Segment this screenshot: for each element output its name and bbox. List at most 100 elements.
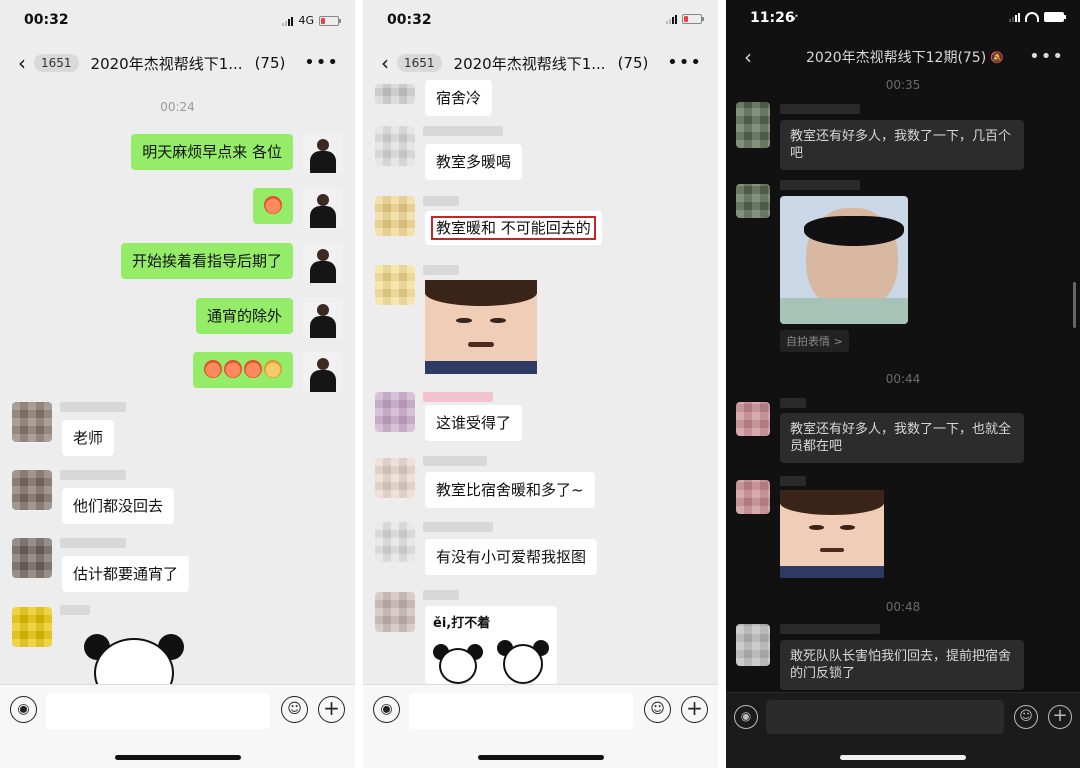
member-message-bubble[interactable]: 估计都要通宵了 — [62, 556, 190, 592]
member-name-blurred — [780, 398, 806, 408]
my-message-bubble[interactable]: 通宵的除外 — [195, 298, 293, 334]
member-message-bubble[interactable]: 宿舍冷 — [425, 80, 493, 116]
my-emoji-bubble[interactable] — [253, 188, 293, 224]
emoji-icon[interactable]: ☺ — [644, 696, 671, 723]
status-time: 00:32 — [24, 12, 69, 28]
nav-bar: ‹ 1651 2020年杰视帮线下1... (75) ••• — [0, 42, 355, 84]
back-icon[interactable]: ‹ — [12, 53, 32, 73]
member-message-bubble[interactable]: 教室多暖喝 — [425, 144, 523, 180]
my-message-bubble[interactable]: 开始挨着看指导后期了 — [120, 243, 293, 279]
cow-emoji-icon — [264, 360, 282, 378]
input-bar: ◉ ☺ + — [363, 684, 718, 768]
selfie-sticker-tag[interactable]: 自拍表情 > — [780, 330, 849, 352]
back-icon[interactable]: ‹ — [738, 47, 758, 67]
member-avatar[interactable] — [736, 624, 770, 666]
more-icon[interactable]: ••• — [1029, 46, 1064, 67]
signal-icon — [666, 14, 677, 24]
angry-emoji-icon — [204, 360, 222, 378]
member-name-blurred — [60, 402, 126, 412]
message-timestamp: 00:35 — [885, 78, 921, 92]
member-avatar[interactable] — [375, 522, 415, 562]
battery-icon — [682, 14, 704, 24]
member-count: (75) — [617, 54, 649, 72]
my-avatar[interactable] — [303, 133, 343, 173]
my-avatar[interactable] — [303, 188, 343, 228]
message-input[interactable] — [46, 693, 270, 729]
member-avatar[interactable] — [12, 538, 52, 578]
unread-count-badge[interactable]: 1651 — [34, 54, 79, 72]
member-avatar[interactable] — [375, 84, 415, 104]
angry-emoji-icon — [264, 196, 282, 214]
network-type: 4G — [298, 14, 314, 27]
voice-icon[interactable]: ◉ — [734, 705, 758, 729]
member-avatar[interactable] — [375, 265, 415, 305]
message-input[interactable] — [766, 700, 1004, 734]
member-avatar[interactable] — [12, 402, 52, 442]
member-avatar[interactable] — [375, 458, 415, 498]
chat-panel-1: 00:32 4G ‹ 1651 2020年杰视帮线下1... (75) ••• … — [0, 0, 355, 768]
baby-sunglasses-sticker[interactable] — [780, 196, 908, 324]
member-message-bubble[interactable]: 教室还有好多人，我数了一下，几百个吧 — [780, 120, 1024, 170]
signal-icon — [282, 16, 294, 26]
member-name-blurred — [423, 392, 493, 402]
input-bar: ◉ ☺ + — [726, 692, 1080, 768]
member-message-bubble[interactable]: 老师 — [62, 420, 115, 456]
member-message-bubble[interactable]: 教室暖和 不可能回去的 — [425, 211, 602, 245]
plus-icon[interactable]: + — [1048, 705, 1072, 729]
member-name-blurred — [780, 180, 860, 190]
member-avatar[interactable] — [736, 102, 770, 148]
member-message-bubble[interactable]: 有没有小可爱帮我抠图 — [425, 539, 598, 575]
scrollbar[interactable] — [1073, 282, 1076, 328]
voice-icon[interactable]: ◉ — [373, 696, 400, 723]
message-timestamp: 00:44 — [885, 372, 921, 386]
member-name-blurred — [423, 522, 493, 532]
wifi-icon — [1025, 12, 1039, 22]
my-avatar[interactable] — [303, 243, 343, 283]
more-icon[interactable]: ••• — [667, 52, 702, 73]
member-message-bubble[interactable]: 这谁受得了 — [425, 405, 523, 441]
my-message-bubble[interactable]: 明天麻烦早点来 各位 — [131, 134, 293, 170]
man-face-sticker[interactable] — [425, 280, 537, 374]
status-time: 11:26 — [750, 10, 795, 26]
member-avatar[interactable] — [375, 126, 415, 166]
member-avatar[interactable] — [375, 592, 415, 632]
chat-panel-3: 11:26 ➶ ‹ 2020年杰视帮线下12期(75) 🔕 ••• 00:35 … — [726, 0, 1080, 768]
member-message-bubble[interactable]: 教室比宿舍暖和多了~ — [425, 472, 595, 508]
member-avatar[interactable] — [12, 607, 52, 647]
unread-count-badge[interactable]: 1651 — [397, 54, 442, 72]
chat-title: 2020年杰视帮线下12期(75) — [806, 50, 987, 66]
status-time: 00:32 — [387, 12, 432, 28]
plus-icon[interactable]: + — [318, 696, 345, 723]
man-face-sticker[interactable] — [780, 490, 884, 578]
my-avatar[interactable] — [303, 298, 343, 338]
member-avatar[interactable] — [12, 470, 52, 510]
angry-emoji-icon — [224, 360, 242, 378]
member-avatar[interactable] — [736, 184, 770, 218]
member-message-bubble[interactable]: 他们都没回去 — [62, 488, 175, 524]
member-name-blurred — [780, 624, 880, 634]
panda-sticker[interactable] — [84, 630, 184, 708]
member-name-blurred — [780, 476, 806, 486]
voice-icon[interactable]: ◉ — [10, 696, 37, 723]
member-message-bubble[interactable]: 敢死队队长害怕我们回去，提前把宿舍的门反锁了 — [780, 640, 1024, 690]
more-icon[interactable]: ••• — [304, 52, 339, 73]
mute-icon: 🔕 — [990, 50, 1004, 64]
my-emoji-bubble[interactable] — [193, 352, 293, 388]
my-avatar[interactable] — [303, 352, 343, 392]
emoji-icon[interactable]: ☺ — [1014, 705, 1038, 729]
member-name-blurred — [423, 126, 503, 136]
member-avatar[interactable] — [736, 480, 770, 514]
member-avatar[interactable] — [375, 196, 415, 236]
home-indicator — [114, 755, 241, 760]
chat-panel-2: 00:32 ‹ 1651 2020年杰视帮线下1... (75) ••• 宿舍冷… — [363, 0, 718, 768]
member-avatar[interactable] — [375, 392, 415, 432]
message-input[interactable] — [409, 693, 633, 729]
emoji-icon[interactable]: ☺ — [281, 696, 308, 723]
member-name-blurred — [423, 590, 459, 600]
panda-meme-sticker[interactable]: ěi,打不着 — [425, 606, 557, 684]
back-icon[interactable]: ‹ — [375, 53, 395, 73]
nav-bar: ‹ 2020年杰视帮线下12期(75) 🔕 ••• — [726, 36, 1080, 78]
member-avatar[interactable] — [736, 402, 770, 436]
member-message-bubble[interactable]: 教室还有好多人，我数了一下，也就全员都在吧 — [780, 413, 1024, 463]
plus-icon[interactable]: + — [681, 696, 708, 723]
